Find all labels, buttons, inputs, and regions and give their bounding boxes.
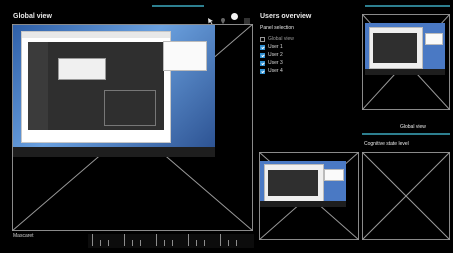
ruler-tick [132,240,133,246]
thumbnail-taskbar [365,69,445,75]
panel-item-user-4[interactable]: User 4 [260,67,350,75]
panel-item-label: User 2 [268,52,283,58]
user-view-taskbar-1 [260,201,346,207]
panel-selection-label: Panel selection [260,25,294,31]
ruler-tick [92,234,93,246]
thumbnail-app [373,33,417,63]
panel-item-global-view[interactable]: Global view [260,35,350,43]
user-view-frame-1[interactable] [259,152,359,240]
thumbnail-label: Global view [400,124,426,130]
panel-item-user-2[interactable]: User 2 [260,51,350,59]
desktop-window [21,31,171,143]
ruler-segment-5 [216,234,246,248]
timeline-ruler[interactable] [88,234,254,248]
panel-item-label: User 3 [268,60,283,66]
mascaret-label: Mascaret [13,233,34,239]
desktop-screenshot [13,25,215,157]
thumbnail-screen [365,23,445,75]
ruler-tick [108,240,109,246]
ruler-segment-4 [184,234,214,248]
panel-item-label: User 4 [268,68,283,74]
cognitive-state-label: Cognitive state level [364,141,409,147]
cursor-icon[interactable] [207,12,215,25]
global-view-thumbnail[interactable] [362,14,450,110]
thumbnail-popup [425,33,443,45]
app-sidebar [28,42,48,130]
user-view-cross-2 [362,152,450,240]
ruler-tick [100,240,101,246]
app-inner-frame [104,90,156,126]
ruler-segment-1 [88,234,118,248]
panel-checkbox-user-2[interactable] [260,52,265,58]
panel-checkbox-user-3[interactable] [260,60,265,66]
desktop-taskbar [13,147,215,157]
ruler-tick [236,240,237,246]
ruler-tick [196,240,197,246]
user-view-screen-1 [260,161,346,207]
ruler-tick [124,234,125,246]
dot-icon[interactable] [231,13,238,20]
ruler-tick [228,240,229,246]
ruler-tick [164,240,165,246]
panel-item-user-3[interactable]: User 3 [260,59,350,67]
ruler-segment-3 [152,234,182,248]
user-view-app-1 [268,170,318,196]
right-accent-line [365,5,450,7]
ruler-tick [204,240,205,246]
menu-icon[interactable] [243,12,251,24]
panel-item-user-1[interactable]: User 1 [260,43,350,51]
user-view-frame-2[interactable] [362,152,450,240]
global-view-frame [12,24,253,231]
cognitive-accent-line [362,133,450,135]
panel-checkbox-global-view[interactable] [260,36,265,42]
panel-selection-list: Global view User 1 User 2 User 3 User 4 [260,35,350,75]
ruler-tick [172,240,173,246]
ruler-tick [188,234,189,246]
panel-item-label: User 1 [268,44,283,50]
ruler-segment-2 [120,234,150,248]
top-accent-line [152,5,204,7]
left-panel-title: Global view [13,13,52,20]
window-titlebar [22,32,170,38]
panel-checkbox-user-1[interactable] [260,44,265,50]
user-view-popup-1 [324,169,344,181]
panel-item-label: Global view [268,36,294,42]
app-dialog [58,58,106,80]
desktop-popup [163,41,207,71]
ruler-tick [140,240,141,246]
ruler-tick [156,234,157,246]
pin-icon[interactable] [219,12,227,24]
ruler-tick [220,234,221,246]
users-overview-title: Users overview [260,13,312,20]
panel-checkbox-user-4[interactable] [260,68,265,74]
